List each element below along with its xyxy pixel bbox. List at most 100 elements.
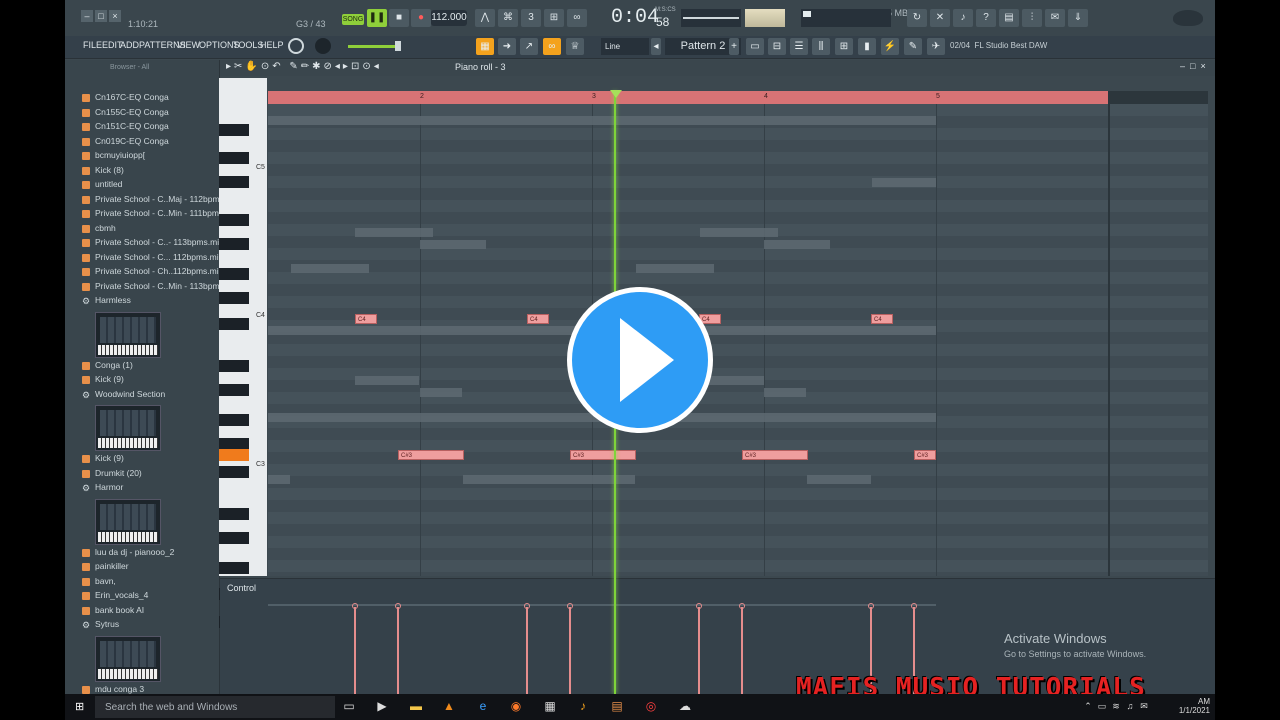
taskbar-clock[interactable]: AM 1/1/2021 bbox=[1170, 697, 1210, 715]
link-icon[interactable]: ∞ bbox=[543, 38, 561, 55]
piano-keyboard[interactable] bbox=[219, 78, 267, 628]
browser-view-icon[interactable]: ⊞ bbox=[835, 38, 853, 55]
browser-item[interactable]: Drumkit (20) bbox=[95, 468, 142, 478]
wait-icon[interactable]: ⌘ bbox=[498, 9, 518, 27]
chat-icon[interactable]: ✉ bbox=[1045, 9, 1065, 27]
plugin-thumbnail[interactable] bbox=[95, 498, 161, 545]
stamp-icon[interactable]: ♕ bbox=[566, 38, 584, 55]
velocity-handle[interactable] bbox=[739, 603, 745, 609]
tempo-display[interactable]: 112.000 bbox=[431, 10, 467, 26]
black-key[interactable] bbox=[219, 176, 249, 188]
black-key[interactable] bbox=[219, 214, 249, 226]
browser-item[interactable]: Conga (1) bbox=[95, 360, 133, 370]
channel-rack-icon[interactable]: ☰ bbox=[790, 38, 808, 55]
menu-view[interactable]: VIEW bbox=[177, 40, 200, 50]
pattern-prev-icon[interactable]: ◂ bbox=[651, 38, 661, 55]
plugin-thumbnail[interactable] bbox=[95, 311, 161, 358]
browser-item[interactable]: Private School - C..- 113bpms.mid bbox=[95, 237, 224, 247]
master-volume-slider-handle[interactable] bbox=[395, 41, 401, 51]
playhead-marker-icon[interactable] bbox=[610, 90, 622, 98]
record-icon[interactable]: ● bbox=[411, 9, 431, 27]
plug-icon[interactable]: ⚡ bbox=[881, 38, 899, 55]
velocity-handle[interactable] bbox=[395, 603, 401, 609]
countdown-icon[interactable]: 3 bbox=[521, 9, 541, 27]
velocity-bar[interactable] bbox=[569, 607, 571, 694]
snap-mode-select[interactable]: Line bbox=[601, 38, 649, 55]
firefox-icon[interactable]: ◉ bbox=[509, 699, 523, 713]
menu-file[interactable]: FILE bbox=[83, 40, 102, 50]
fl-studio-taskbar-icon[interactable]: ♪ bbox=[576, 699, 590, 713]
piano-roll-tools[interactable]: ▸✂✋⊙↶ ✎✏✱⊘◂▸⊡⊙◂ bbox=[226, 61, 382, 72]
control-label[interactable]: Control bbox=[227, 583, 256, 593]
step-sequencer-icon[interactable]: ⊟ bbox=[768, 38, 786, 55]
menu-tools[interactable]: TOOLS bbox=[233, 40, 263, 50]
cloud-icon[interactable]: ☁ bbox=[678, 699, 692, 713]
tools-icon[interactable]: ✕ bbox=[930, 9, 950, 27]
master-pitch-knob[interactable] bbox=[288, 38, 304, 54]
velocity-bar[interactable] bbox=[698, 607, 700, 694]
black-key[interactable] bbox=[219, 124, 249, 136]
note-c-sharp-3[interactable]: C#3 bbox=[742, 450, 808, 460]
plugin-thumbnail[interactable] bbox=[95, 405, 161, 451]
media-player-icon[interactable]: ▶ bbox=[375, 699, 389, 713]
menu-help[interactable]: HELP bbox=[260, 40, 284, 50]
browser-item[interactable]: bank book AI bbox=[95, 605, 144, 615]
black-key[interactable] bbox=[219, 532, 249, 544]
pencil-icon[interactable]: ↗ bbox=[520, 38, 538, 55]
note-grid[interactable] bbox=[268, 104, 1208, 576]
windows-logo-icon[interactable]: ⊞ bbox=[75, 701, 87, 713]
velocity-handle[interactable] bbox=[868, 603, 874, 609]
black-key[interactable] bbox=[219, 508, 249, 520]
browser-item[interactable]: untitled bbox=[95, 179, 122, 189]
help-icon[interactable]: ? bbox=[976, 9, 996, 27]
velocity-handle[interactable] bbox=[567, 603, 573, 609]
browser-item[interactable]: Cn155C-EQ Conga bbox=[95, 107, 169, 117]
browser-item[interactable]: Sytrus bbox=[95, 619, 119, 629]
taskbar-search-placeholder[interactable]: Search the web and Windows bbox=[105, 702, 237, 713]
battery-icon[interactable]: ▭ bbox=[1095, 699, 1109, 713]
browser-item[interactable]: Private School - C..Min - 111bpms bbox=[95, 208, 223, 218]
note-c-sharp-3[interactable]: C#3 bbox=[570, 450, 636, 460]
vlc-icon[interactable]: ▲ bbox=[442, 699, 456, 713]
minimize-icon[interactable]: – bbox=[81, 10, 93, 22]
playlist-icon[interactable]: ▭ bbox=[746, 38, 764, 55]
browser-item[interactable]: bavn, bbox=[95, 576, 116, 586]
browser-item[interactable]: Kick (8) bbox=[95, 165, 124, 175]
browser-item[interactable]: Private School - C..Maj - 112bpms bbox=[95, 194, 224, 204]
active-key[interactable] bbox=[219, 449, 249, 461]
edge-icon[interactable]: e bbox=[476, 699, 490, 713]
browser-item[interactable]: Private School - Ch..112bpms.mid bbox=[95, 266, 223, 276]
mixer-view-icon[interactable]: ⫼ bbox=[812, 38, 830, 55]
task-view-icon[interactable]: ▭ bbox=[342, 699, 356, 713]
network-icon[interactable]: ≋ bbox=[1109, 699, 1123, 713]
app-icon[interactable]: ▤ bbox=[610, 699, 624, 713]
song-mode-button[interactable]: SONG bbox=[342, 14, 364, 25]
browser-item[interactable]: Cn151C-EQ Conga bbox=[95, 121, 169, 131]
microphone-icon[interactable]: ♪ bbox=[953, 9, 973, 27]
velocity-bar[interactable] bbox=[526, 607, 528, 694]
browser-item[interactable]: painkiller bbox=[95, 561, 129, 571]
pattern-add-icon[interactable]: + bbox=[729, 38, 739, 55]
browser-item[interactable]: Erin_vocals_4 bbox=[95, 590, 148, 600]
piano-roll-window-controls[interactable]: –□× bbox=[1180, 61, 1211, 71]
velocity-bar[interactable] bbox=[397, 607, 399, 694]
black-key[interactable] bbox=[219, 238, 249, 250]
store-icon[interactable]: ▦ bbox=[543, 699, 557, 713]
browser-item[interactable]: Cn019C-EQ Conga bbox=[95, 136, 169, 146]
stop-icon[interactable]: ■ bbox=[389, 9, 409, 27]
browser-item[interactable]: Private School - C..Min - 113bpms bbox=[95, 281, 224, 291]
black-key[interactable] bbox=[219, 360, 249, 372]
browser-item[interactable]: luu da dj - pianooo_2 bbox=[95, 547, 174, 557]
note-c4[interactable]: C4 bbox=[871, 314, 893, 324]
browser-item[interactable]: Cn167C-EQ Conga bbox=[95, 92, 169, 102]
velocity-handle[interactable] bbox=[524, 603, 530, 609]
close-icon[interactable]: × bbox=[109, 10, 121, 22]
download-icon[interactable]: ⇓ bbox=[1068, 9, 1088, 27]
velocity-bar[interactable] bbox=[741, 607, 743, 694]
recorder-icon[interactable]: ◎ bbox=[644, 699, 658, 713]
black-key[interactable] bbox=[219, 268, 249, 280]
velocity-handle[interactable] bbox=[911, 603, 917, 609]
browser-item[interactable]: bcmuyiuiopp[ bbox=[95, 150, 145, 160]
browser-item[interactable]: Woodwind Section bbox=[95, 389, 165, 399]
velocity-handle[interactable] bbox=[696, 603, 702, 609]
